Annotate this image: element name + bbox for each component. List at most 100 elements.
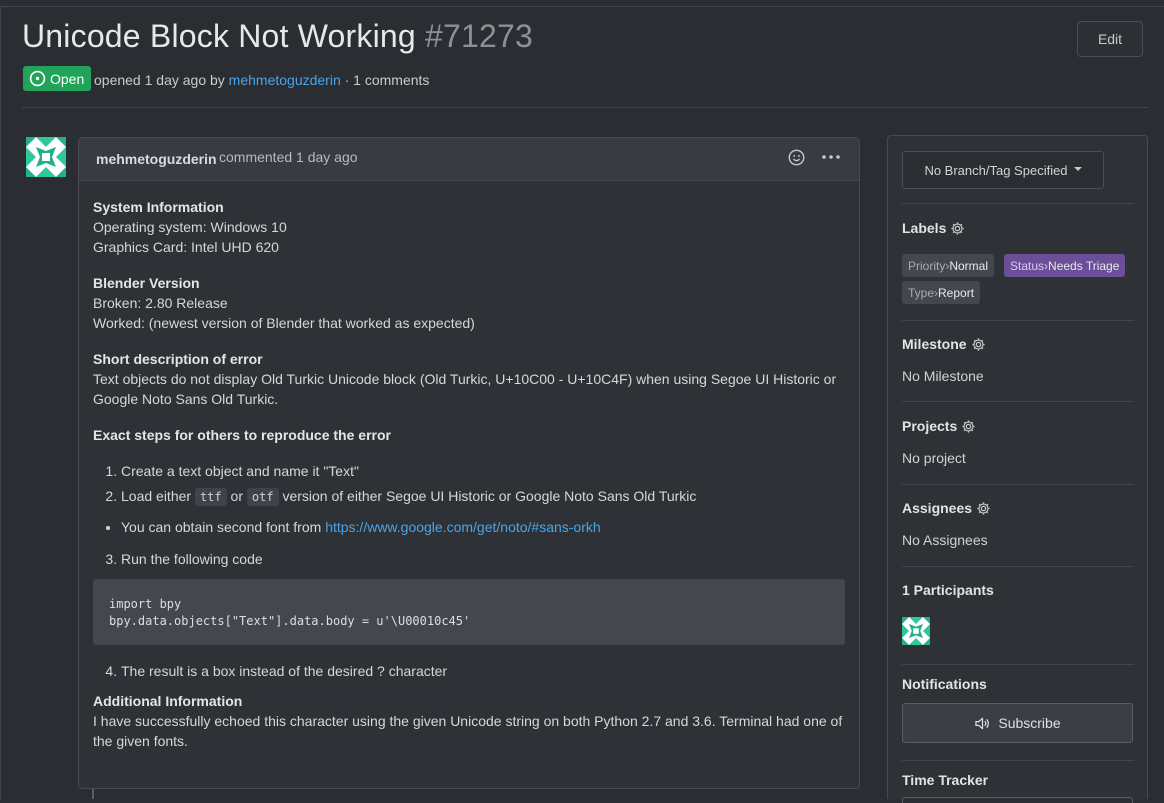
list-item: The result is a box instead of the desir…: [121, 661, 845, 681]
more-options-icon[interactable]: [821, 150, 841, 164]
label-key: Priority: [908, 258, 946, 273]
projects-title-text: Projects: [902, 418, 958, 434]
opened-text: opened 1 day ago by: [94, 72, 225, 88]
timeline-line: [92, 789, 94, 799]
inline-code: ttf: [194, 488, 227, 506]
issue-title: Unicode Block Not Working #71273: [22, 18, 533, 55]
label-type[interactable]: Type › Report: [902, 281, 981, 304]
sidebar-divider: [902, 484, 1134, 485]
label-key: Status: [1010, 258, 1045, 273]
labels-title: Labels: [902, 220, 965, 236]
step2-text-b: or: [230, 488, 243, 504]
branch-label: No Branch/Tag Specified: [924, 162, 1068, 178]
list-item: Create a text object and name it "Text": [121, 461, 845, 481]
identicon-icon: [26, 137, 66, 177]
broken-text: Broken: 2.80 Release: [93, 295, 228, 311]
edit-button[interactable]: Edit: [1077, 21, 1143, 57]
sidebar-divider: [902, 760, 1134, 761]
avatar[interactable]: [26, 137, 66, 177]
gear-icon[interactable]: [950, 221, 965, 236]
milestone-title-text: Milestone: [902, 336, 967, 352]
comment-header: mehmetoguzderin commented 1 day ago: [79, 138, 859, 181]
section-heading: Short description of error: [93, 351, 263, 367]
emoji-reaction-icon[interactable]: [788, 149, 805, 166]
list-item: Run the following code: [121, 549, 845, 569]
issue-title-text: Unicode Block Not Working: [22, 18, 416, 54]
gear-icon[interactable]: [961, 419, 976, 434]
branch-select-button[interactable]: No Branch/Tag Specified: [902, 151, 1104, 189]
description-section: Short description of error Text objects …: [93, 349, 845, 409]
milestone-title: Milestone: [902, 336, 986, 352]
comment-box: mehmetoguzderin commented 1 day ago Syst…: [78, 137, 860, 789]
comment-count: · 1 comments: [344, 72, 430, 88]
assignees-title-text: Assignees: [902, 500, 973, 516]
author-link[interactable]: mehmetoguzderin: [229, 72, 341, 88]
sidebar-divider: [902, 566, 1134, 567]
top-divider: [0, 6, 1164, 7]
inline-code: otf: [246, 488, 279, 506]
time-tracker-title: Time Tracker: [902, 772, 989, 788]
time-tracker-input[interactable]: [902, 797, 1133, 803]
additional-text: I have successfully echoed this characte…: [93, 713, 843, 749]
sidebar-divider: [902, 203, 1134, 204]
label-key: Type: [908, 285, 935, 300]
label-value: Normal: [949, 258, 989, 273]
noto-font-link[interactable]: https://www.google.com/get/noto/#sans-or…: [325, 519, 600, 535]
os-text: Operating system: Windows 10: [93, 219, 287, 235]
status-badge: Open: [23, 66, 92, 91]
code-block: import bpy bpy.data.objects["Text"].data…: [93, 579, 845, 645]
gear-icon[interactable]: [976, 501, 991, 516]
subscribe-button[interactable]: Subscribe: [902, 703, 1133, 743]
gpu-text: Graphics Card: Intel UHD 620: [93, 239, 279, 255]
section-heading: System Information: [93, 199, 224, 215]
system-info-section: System Information Operating system: Win…: [93, 197, 845, 257]
label-priority[interactable]: Priority › Normal: [902, 254, 995, 277]
label-status[interactable]: Status › Needs Triage: [1004, 254, 1126, 277]
participant-avatar[interactable]: [902, 617, 930, 645]
notifications-title: Notifications: [902, 676, 987, 692]
steps-heading: Exact steps for others to reproduce the …: [93, 425, 845, 445]
bullet-list: You can obtain second font from https://…: [93, 517, 845, 537]
chevron-down-icon: [1073, 166, 1082, 171]
steps-list-final: The result is a box instead of the desir…: [93, 661, 845, 681]
description-text: Text objects do not display Old Turkic U…: [93, 371, 837, 407]
sidebar-divider: [902, 664, 1134, 665]
milestone-value: No Milestone: [902, 368, 984, 384]
section-heading: Blender Version: [93, 275, 200, 291]
participants-title: 1 Participants: [902, 582, 994, 598]
bullet-text: You can obtain second font from: [121, 519, 322, 535]
speaker-icon: [975, 717, 990, 729]
list-item: Load either ttf or otf version of either…: [121, 486, 845, 507]
identicon-icon: [902, 617, 930, 645]
label-value: Report: [938, 285, 975, 300]
comment-body: System Information Operating system: Win…: [79, 181, 859, 751]
issue-meta: opened 1 day ago by mehmetoguzderin · 1 …: [94, 72, 429, 88]
steps-list-continued: Run the following code: [93, 549, 845, 569]
comment-timestamp: commented 1 day ago: [219, 149, 358, 165]
sidebar-divider: [902, 401, 1134, 402]
sidebar-divider: [902, 320, 1134, 321]
issue-open-icon: [29, 70, 46, 87]
assignees-title: Assignees: [902, 500, 991, 516]
step2-text-a: Load either: [121, 488, 192, 504]
left-divider: [0, 6, 1, 799]
assignees-value: No Assignees: [902, 532, 988, 548]
steps-list: Create a text object and name it "Text" …: [93, 461, 845, 507]
projects-title: Projects: [902, 418, 976, 434]
section-heading: Additional Information: [93, 693, 243, 709]
issue-page: Unicode Block Not Working #71273 Edit Op…: [0, 0, 1164, 803]
projects-value: No project: [902, 450, 966, 466]
list-item: You can obtain second font from https://…: [121, 517, 845, 537]
version-section: Blender Version Broken: 2.80 Release Wor…: [93, 273, 845, 333]
issue-sidebar: No Branch/Tag Specified Labels Priority …: [887, 135, 1148, 803]
status-label: Open: [50, 70, 85, 87]
header-divider: [22, 107, 1148, 108]
labels-title-text: Labels: [902, 220, 947, 236]
section-heading: Exact steps for others to reproduce the …: [93, 427, 391, 443]
additional-info-section: Additional Information I have successful…: [93, 691, 845, 751]
subscribe-label: Subscribe: [998, 715, 1061, 731]
label-value: Needs Triage: [1048, 258, 1120, 273]
issue-number: #71273: [425, 18, 533, 54]
gear-icon[interactable]: [971, 337, 986, 352]
comment-author[interactable]: mehmetoguzderin: [96, 151, 217, 167]
